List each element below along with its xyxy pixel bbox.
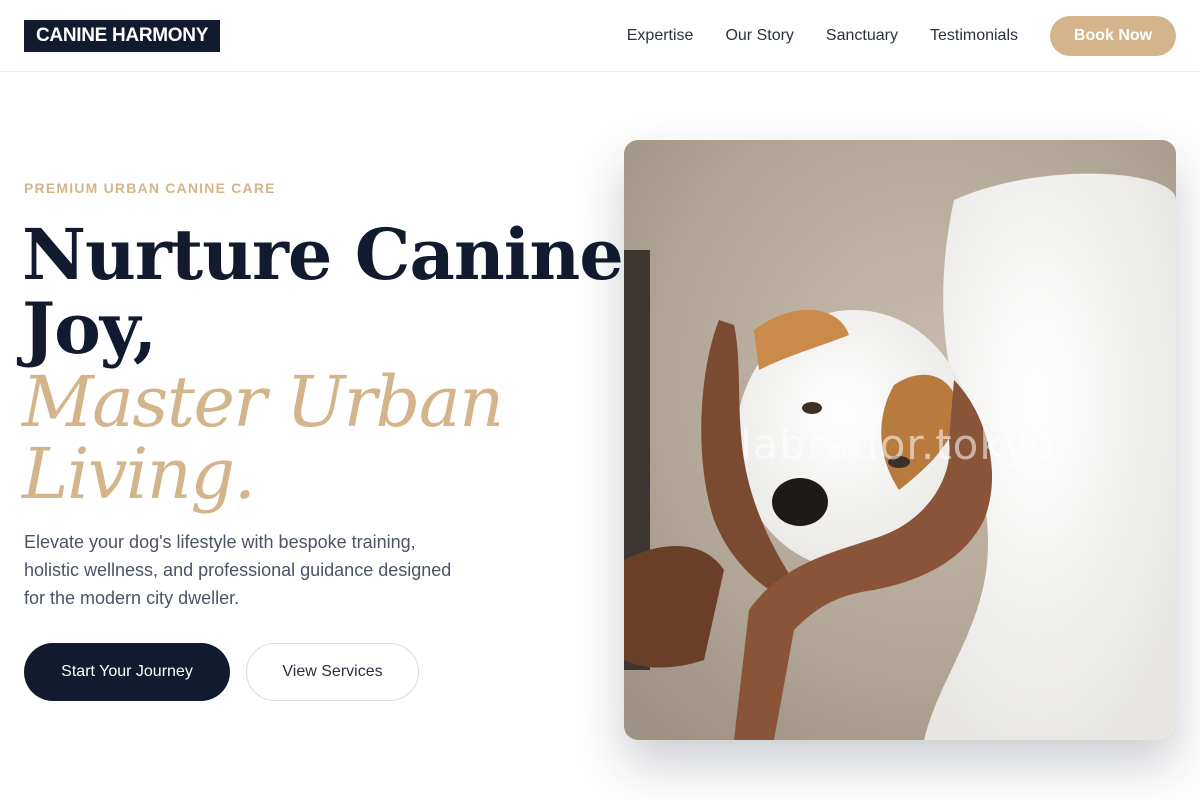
- hero-eyebrow: PREMIUM URBAN CANINE CARE: [24, 180, 276, 196]
- headline-line-2: Joy,: [22, 287, 157, 370]
- nav-link-expertise[interactable]: Expertise: [627, 27, 694, 45]
- brand-logo[interactable]: CANINE HARMONY: [24, 20, 221, 52]
- hero-photo-puppy: [624, 140, 1176, 740]
- book-now-button[interactable]: Book Now: [1050, 16, 1176, 56]
- main-nav: Expertise Our Story Sanctuary Testimonia…: [595, 0, 1176, 72]
- headline-accent-line-2: Living.: [22, 433, 256, 515]
- hero-description: Elevate your dog's lifestyle with bespok…: [24, 532, 452, 608]
- puppy-illustration: [624, 140, 1176, 740]
- start-journey-button[interactable]: Start Your Journey: [24, 643, 230, 701]
- hero-headline: Nurture Canine Joy, Master Urban Living.: [22, 213, 624, 515]
- headline-line-1: Nurture Canine: [22, 213, 624, 296]
- nav-link-sanctuary[interactable]: Sanctuary: [826, 27, 898, 45]
- view-services-button[interactable]: View Services: [246, 643, 419, 701]
- headline-accent-line-1: Master Urban: [22, 361, 504, 443]
- nav-link-testimonials[interactable]: Testimonials: [930, 27, 1018, 45]
- site-header: CANINE HARMONY Expertise Our Story Sanct…: [0, 0, 1200, 72]
- nav-link-our-story[interactable]: Our Story: [725, 27, 793, 45]
